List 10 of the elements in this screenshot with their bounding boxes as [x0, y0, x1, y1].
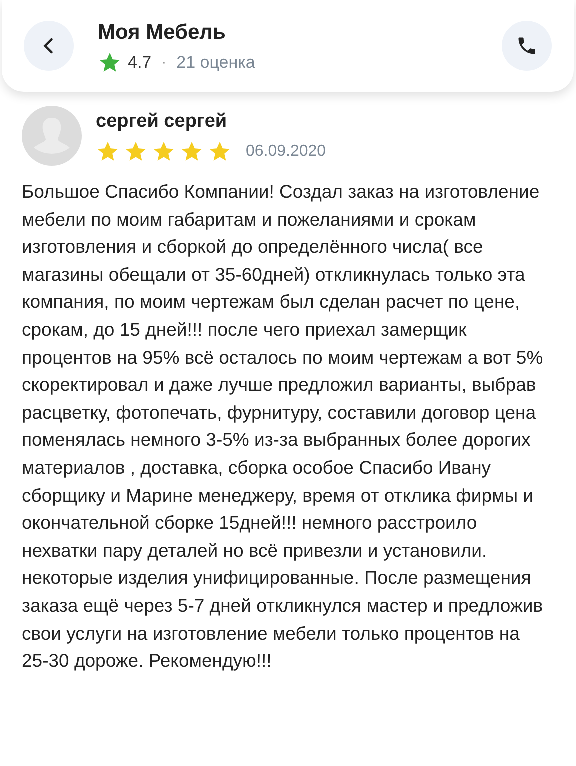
- review-text: Большое Спасибо Компании! Создал заказ на изготовление мебели по моим габаритам и пожеланиями и срокам изготовления и сборкой до определённого числа( все магазины обещали от 35-60дней) откликнулась только эта компания, по моим чертежам был сделан расчет по цене, срокам, до 15 дней!!! после чего приехал замерщик процентов на 95% всё осталось по моим чертежам а вот 5% скоректировал и даже лучше предложил варианты, выбрав расцветку, фотопечать, фурнитуру, составили договор цена поменялась немного 3-5% из-за выбранных более дорогих материалов , доставка, сборка особое Спасибо Ивану сборщику и Марине менеджеру, время от отклика фирмы и окончательной сборке 15дней!!! немного расстроило нехватки пару деталей но всё привезли и установили. некоторые изделия унифицированные. После размещения заказа ещё через 5-7 дней откликнулся мастер и предложив свои услуги на изготовление мебели только процентов на 25-30 дороже. Рекомендую!!!: [22, 180, 544, 674]
- phone-icon: [516, 35, 538, 57]
- avatar: [22, 106, 82, 166]
- author-name: сергей сергей: [96, 110, 228, 134]
- review-date: 06.09.2020: [246, 142, 326, 162]
- phone-button[interactable]: [502, 21, 552, 71]
- reviews-count: 21 оценка: [176, 52, 256, 74]
- rating-value: 4.7: [128, 52, 152, 74]
- separator: ·: [162, 52, 167, 72]
- company-name: Моя Мебель: [98, 20, 227, 46]
